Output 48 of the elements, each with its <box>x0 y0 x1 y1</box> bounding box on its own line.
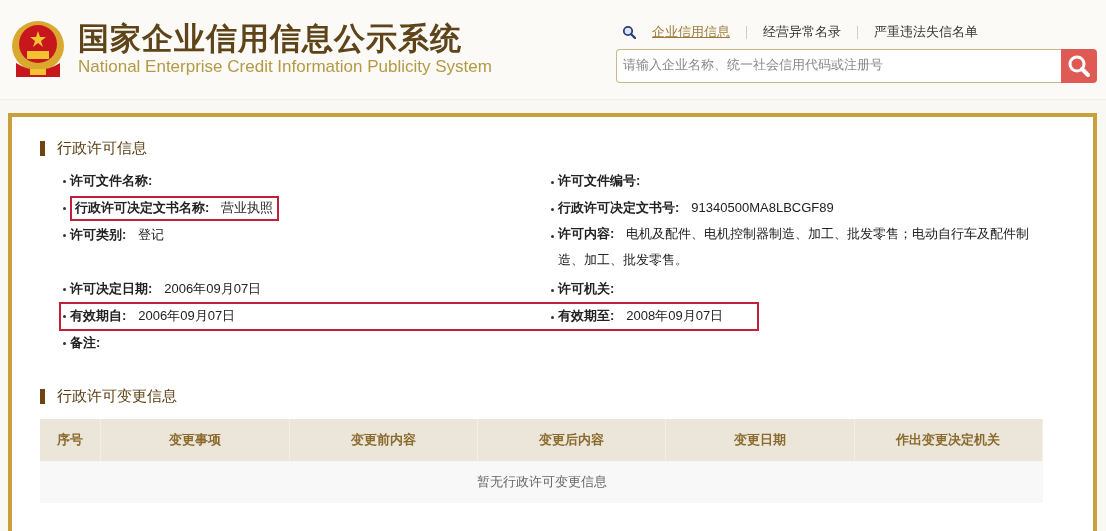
section-marker <box>40 140 45 156</box>
bullet-dot <box>551 288 554 292</box>
field-label: 许可文件名称: <box>70 173 153 190</box>
column-header: 作出变更决定机关 <box>854 419 1043 462</box>
column-header: 序号 <box>40 419 102 462</box>
field-value: 2008年09月07日 <box>626 307 724 325</box>
field-label: 行政许可决定文书名称: <box>75 199 210 217</box>
column-header: 变更事项 <box>101 419 290 462</box>
field-value: 2006年09月07日 <box>164 280 262 298</box>
section-title: 行政许可变更信息 <box>57 387 177 406</box>
search-field[interactable]: 请输入企业名称、统一社会信用代码或注册号 <box>616 48 1061 83</box>
field-label: 许可文件编号: <box>558 173 641 190</box>
bullet-dot <box>63 341 66 345</box>
field-text: 许可内容: 电机及配件、电机控制器制造、加工、批发零售；电动自行车及配件制造、加工、批发零售。 <box>558 224 1031 269</box>
nav-link[interactable]: 经营异常名录 <box>763 24 841 41</box>
bullet-dot <box>63 287 66 291</box>
field-value: 营业执照 <box>221 199 274 217</box>
field-label: 备注: <box>70 334 101 352</box>
field-label: 有效期自: <box>70 307 127 325</box>
bullet-dot <box>63 206 66 210</box>
field-label: 许可决定日期: <box>70 280 153 298</box>
empty-message: 暂无行政许可变更信息 <box>40 461 1043 504</box>
search-icon <box>1067 53 1091 78</box>
column-header: 变更日期 <box>666 419 855 462</box>
search-icon <box>622 25 636 40</box>
field-label: 许可类别: <box>70 226 127 244</box>
field-value: 91340500MA8LBCGF89 <box>691 199 834 217</box>
bullet-dot <box>551 181 554 184</box>
column-header: 变更后内容 <box>478 419 667 462</box>
site-subtitle: National Enterprise Credit Information Publicity System <box>78 57 492 78</box>
field-value: 2006年09月07日 <box>138 307 236 325</box>
nav-link[interactable]: 严重违法失信名单 <box>874 24 978 41</box>
bullet-dot <box>551 207 554 211</box>
site-title: 国家企业信用信息公示系统 <box>78 21 463 58</box>
column-header: 变更前内容 <box>289 419 479 462</box>
bullet-dot <box>63 179 66 183</box>
search-button[interactable] <box>1061 48 1097 83</box>
field-label: 许可机关: <box>558 280 615 298</box>
bullet-dot <box>551 234 554 238</box>
section-marker <box>40 388 45 404</box>
field-label: 行政许可决定文书号: <box>558 199 680 217</box>
section-title: 行政许可信息 <box>57 139 147 157</box>
bullet-dot <box>63 314 66 318</box>
field-value: 登记 <box>138 226 165 244</box>
bullet-dot <box>551 315 554 319</box>
bullet-dot <box>63 233 66 237</box>
nav-link[interactable]: 企业信用信息 <box>652 24 730 41</box>
field-label: 有效期至: <box>558 307 615 325</box>
